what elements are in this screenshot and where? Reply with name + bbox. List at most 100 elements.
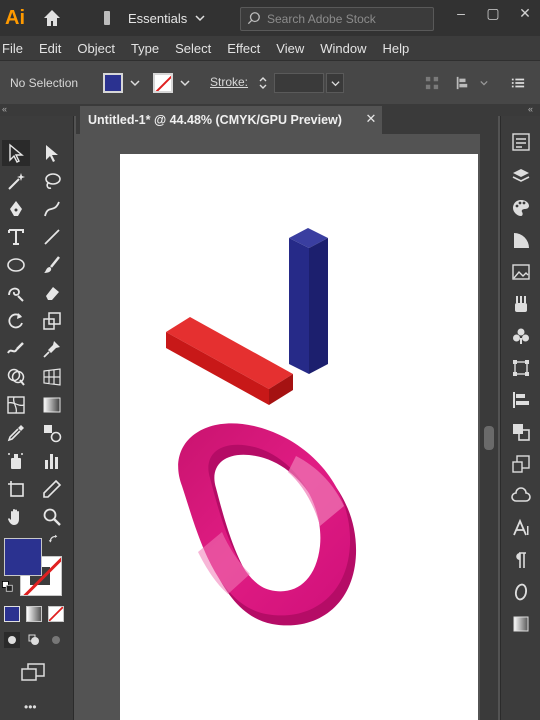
canvas-area[interactable] xyxy=(76,134,480,720)
default-colors-icon[interactable] xyxy=(2,580,16,594)
paintbrush-tool-icon[interactable] xyxy=(38,252,66,278)
gradient-tool-icon[interactable] xyxy=(38,392,66,418)
menu-window[interactable]: Window xyxy=(312,41,374,56)
menu-edit[interactable]: Edit xyxy=(31,41,69,56)
scale-tool-icon[interactable] xyxy=(38,308,66,334)
artboard[interactable] xyxy=(120,154,478,720)
minimize-button[interactable]: – xyxy=(450,4,472,22)
menu-type[interactable]: Type xyxy=(123,41,167,56)
illustrator-window: Ai Essentials Search Adobe Stock – ▢ ✕ F… xyxy=(0,0,540,720)
artboard-tool-icon[interactable] xyxy=(2,476,30,502)
fill-swatch[interactable] xyxy=(103,73,123,93)
magic-wand-tool-icon[interactable] xyxy=(2,168,30,194)
gradient-mode-button[interactable] xyxy=(26,606,42,622)
draw-normal-icon[interactable] xyxy=(4,632,20,648)
edit-toolbar-icon[interactable]: ••• xyxy=(24,700,37,714)
stroke-weight-input[interactable] xyxy=(274,73,324,93)
magenta-ring-shape[interactable] xyxy=(178,423,357,626)
stroke-weight-dropdown[interactable] xyxy=(326,73,344,93)
collapse-left-icon[interactable]: « xyxy=(2,104,7,114)
selection-status: No Selection xyxy=(10,75,79,90)
close-tab-icon[interactable]: ✕ xyxy=(362,110,380,128)
color-mode-button[interactable] xyxy=(4,606,20,622)
swap-colors-icon[interactable] xyxy=(48,534,66,552)
direct-selection-tool-icon[interactable] xyxy=(38,140,66,166)
artboards-panel-icon[interactable] xyxy=(509,452,533,476)
warp-tool-icon[interactable] xyxy=(2,336,30,362)
color-guide-icon[interactable] xyxy=(509,228,533,252)
home-icon[interactable] xyxy=(40,6,64,30)
stroke-stepper[interactable] xyxy=(254,72,272,94)
zoom-tool-icon[interactable] xyxy=(38,504,66,530)
close-window-button[interactable]: ✕ xyxy=(514,4,536,22)
stroke-swatch[interactable] xyxy=(153,73,173,93)
shaper-tool-icon[interactable] xyxy=(2,280,30,306)
shape-builder-tool-icon[interactable] xyxy=(2,364,30,390)
paragraph-icon[interactable] xyxy=(509,548,533,572)
stroke-label[interactable]: Stroke: xyxy=(210,75,248,89)
scrollbar-thumb[interactable] xyxy=(484,426,494,450)
lasso-tool-icon[interactable] xyxy=(38,168,66,194)
distribute-icon[interactable] xyxy=(452,73,472,93)
eraser-tool-icon[interactable] xyxy=(38,280,66,306)
line-segment-tool-icon[interactable] xyxy=(38,224,66,250)
chevron-down-icon xyxy=(330,80,340,86)
symbols-icon[interactable] xyxy=(509,324,533,348)
document-tab[interactable]: Untitled-1* @ 44.48% (CMYK/GPU Preview) xyxy=(80,106,382,134)
ellipse-tool-icon[interactable] xyxy=(2,252,30,278)
blend-tool-icon[interactable] xyxy=(38,420,66,446)
pathfinder-icon[interactable] xyxy=(509,420,533,444)
align-panel-icon[interactable] xyxy=(509,388,533,412)
mesh-tool-icon[interactable] xyxy=(2,392,30,418)
blue-bar-shape[interactable] xyxy=(289,228,328,374)
menu-object[interactable]: Object xyxy=(69,41,123,56)
none-mode-button[interactable] xyxy=(48,606,64,622)
curvature-tool-icon[interactable] xyxy=(38,196,66,222)
menu-view[interactable]: View xyxy=(268,41,312,56)
search-icon xyxy=(247,11,261,28)
slice-tool-icon[interactable] xyxy=(38,476,66,502)
menu-file[interactable]: File xyxy=(0,41,31,56)
layers-icon[interactable] xyxy=(509,164,533,188)
align-icon[interactable] xyxy=(422,73,442,93)
type-tool-icon[interactable] xyxy=(2,224,30,250)
creative-cloud-libraries-icon[interactable] xyxy=(509,484,533,508)
red-bar-shape[interactable] xyxy=(166,317,293,405)
pen-tool-icon[interactable] xyxy=(2,196,30,222)
color-palette-icon[interactable] xyxy=(509,196,533,220)
restore-button[interactable]: ▢ xyxy=(482,4,504,22)
brushes-icon[interactable] xyxy=(509,292,533,316)
screen-mode-icon[interactable] xyxy=(20,662,46,682)
properties-icon[interactable] xyxy=(509,130,533,154)
gradient-panel-icon[interactable] xyxy=(509,612,533,636)
perspective-grid-tool-icon[interactable] xyxy=(38,364,66,390)
collapse-right-icon[interactable]: « xyxy=(528,104,533,114)
puppet-warp-tool-icon[interactable] xyxy=(38,336,66,362)
draw-behind-icon[interactable] xyxy=(26,632,42,648)
fill-color-box[interactable] xyxy=(4,538,42,576)
menu-effect[interactable]: Effect xyxy=(219,41,268,56)
image-trace-icon[interactable] xyxy=(509,260,533,284)
workspace-switcher[interactable]: Essentials xyxy=(128,11,205,26)
rotate-tool-icon[interactable] xyxy=(2,308,30,334)
selection-tool-icon[interactable] xyxy=(2,140,30,166)
stroke-chevron-down-icon[interactable] xyxy=(176,71,194,95)
character-icon[interactable] xyxy=(509,516,533,540)
menu-help[interactable]: Help xyxy=(374,41,417,56)
search-input[interactable]: Search Adobe Stock xyxy=(240,7,434,31)
panel-menu-icon[interactable] xyxy=(508,73,528,93)
fill-chevron-down-icon[interactable] xyxy=(126,71,144,95)
hand-tool-icon[interactable] xyxy=(2,504,30,530)
menu-select[interactable]: Select xyxy=(167,41,219,56)
search-placeholder: Search Adobe Stock xyxy=(267,12,376,26)
menu-bar: File Edit Object Type Select Effect View… xyxy=(0,36,540,60)
column-graph-tool-icon[interactable] xyxy=(38,448,66,474)
eyedropper-tool-icon[interactable] xyxy=(2,420,30,446)
transform-icon[interactable] xyxy=(509,356,533,380)
draw-inside-icon[interactable] xyxy=(48,632,64,648)
symbol-sprayer-tool-icon[interactable] xyxy=(2,448,30,474)
opentype-icon[interactable] xyxy=(509,580,533,604)
distribute-chevron-down-icon[interactable] xyxy=(474,73,494,93)
document-tab-title: Untitled-1* @ 44.48% (CMYK/GPU Preview) xyxy=(88,113,342,127)
vertical-scrollbar[interactable] xyxy=(480,134,498,720)
